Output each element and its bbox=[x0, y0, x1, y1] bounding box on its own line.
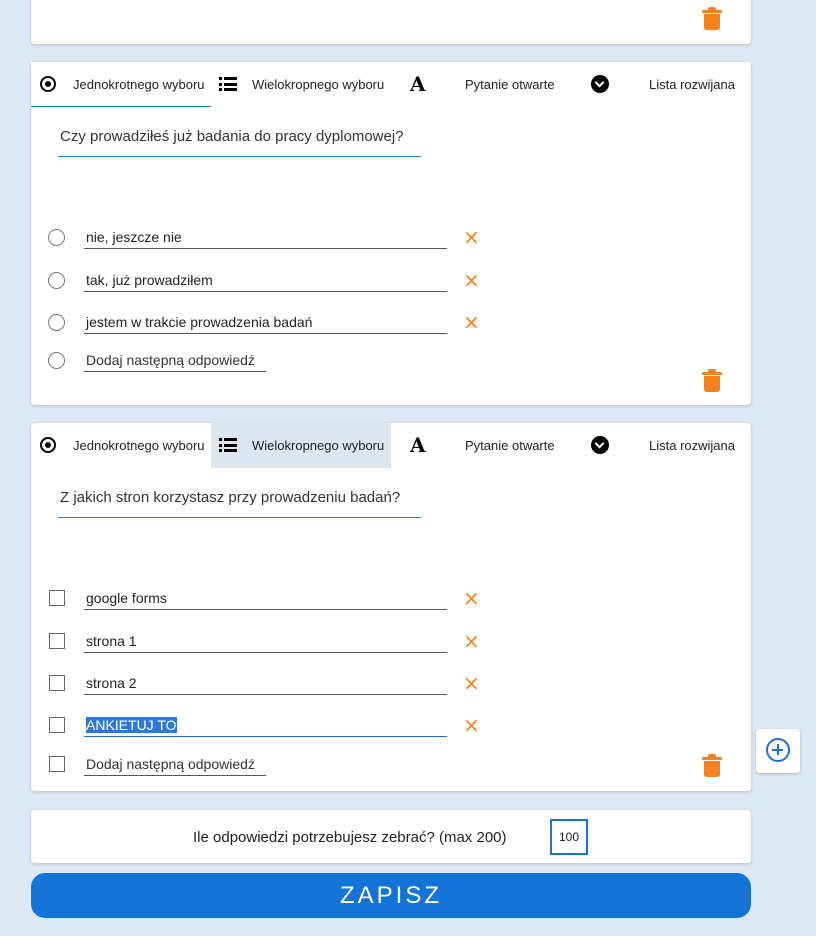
add-answer-input[interactable]: Dodaj następną odpowiedź bbox=[84, 754, 266, 776]
answer-row: strona 1 × bbox=[48, 631, 480, 657]
tab-label: Jednokrotnego wyboru bbox=[73, 77, 205, 92]
trash-icon[interactable] bbox=[702, 369, 722, 393]
question-type-tabs: Jednokrotnego wyboru Wielokropnego wybor… bbox=[31, 62, 751, 107]
response-count-label: Ile odpowiedzi potrzebujesz zebrać? (max… bbox=[193, 829, 507, 846]
question-input[interactable]: Czy prowadziłeś już badania do pracy dyp… bbox=[58, 127, 421, 157]
answer-input[interactable]: strona 2 bbox=[84, 673, 447, 695]
list-icon bbox=[219, 75, 237, 93]
checkbox[interactable] bbox=[49, 633, 65, 649]
answer-row: strona 2 × bbox=[48, 673, 480, 699]
radio-dot-icon bbox=[39, 75, 57, 93]
question-card-2: Jednokrotnego wyboru Wielokropnego wybor… bbox=[31, 423, 751, 791]
tab-label: Jednokrotnego wyboru bbox=[73, 438, 205, 453]
tab-label: Lista rozwijana bbox=[649, 438, 735, 453]
trash-icon[interactable] bbox=[702, 7, 722, 31]
answer-input[interactable]: jestem w trakcie prowadzenia badań bbox=[84, 312, 447, 334]
tab-single-choice[interactable]: Jednokrotnego wyboru bbox=[31, 423, 211, 468]
checkbox[interactable] bbox=[49, 590, 65, 606]
question-type-tabs: Jednokrotnego wyboru Wielokropnego wybor… bbox=[31, 423, 751, 468]
trash-icon[interactable] bbox=[702, 754, 722, 778]
tab-dropdown-list[interactable]: Lista rozwijana bbox=[571, 62, 751, 107]
tab-label: Wielokropnego wyboru bbox=[252, 438, 385, 453]
font-a-icon: A bbox=[410, 433, 426, 457]
response-count-input[interactable]: 100 bbox=[550, 819, 588, 855]
chevron-down-circle-icon bbox=[591, 436, 609, 454]
answer-row: ANKIETUJ TO × bbox=[48, 715, 480, 741]
save-button[interactable]: ZAPISZ bbox=[31, 873, 751, 918]
tab-label: Pytanie otwarte bbox=[465, 438, 555, 453]
answer-row: jestem w trakcie prowadzenia badań × bbox=[48, 312, 480, 338]
list-icon bbox=[219, 436, 237, 454]
radio-dot-icon bbox=[39, 436, 57, 454]
answer-input[interactable]: ANKIETUJ TO bbox=[84, 715, 447, 737]
chevron-down-circle-icon bbox=[591, 75, 609, 93]
radio-button[interactable] bbox=[48, 314, 65, 331]
delete-answer-icon[interactable]: × bbox=[463, 673, 480, 693]
answer-row: tak, już prowadziłem × bbox=[48, 270, 480, 296]
tab-open-question[interactable]: A Pytanie otwarte bbox=[391, 62, 571, 107]
add-question-button[interactable] bbox=[756, 729, 800, 773]
delete-answer-icon[interactable]: × bbox=[463, 270, 480, 290]
question-card-1: Jednokrotnego wyboru Wielokropnego wybor… bbox=[31, 62, 751, 405]
checkbox[interactable] bbox=[49, 756, 65, 772]
add-answer-row: Dodaj następną odpowiedź bbox=[48, 754, 478, 780]
delete-answer-icon[interactable]: × bbox=[463, 312, 480, 332]
answer-input[interactable]: tak, już prowadziłem bbox=[84, 270, 447, 292]
tab-label: Wielokropnego wyboru bbox=[252, 77, 385, 92]
tab-multiple-choice[interactable]: Wielokropnego wyboru bbox=[211, 62, 391, 107]
delete-answer-icon[interactable]: × bbox=[463, 227, 480, 247]
answer-input[interactable]: google forms bbox=[84, 588, 447, 610]
radio-button[interactable] bbox=[48, 272, 65, 289]
delete-answer-icon[interactable]: × bbox=[463, 715, 480, 735]
add-answer-row: Dodaj następną odpowiedź bbox=[48, 350, 478, 376]
tab-multiple-choice[interactable]: Wielokropnego wyboru bbox=[211, 423, 391, 468]
selected-text: ANKIETUJ TO bbox=[86, 717, 177, 733]
answer-row: nie, jeszcze nie × bbox=[48, 227, 480, 253]
tab-label: Pytanie otwarte bbox=[465, 77, 555, 92]
plus-circle-icon bbox=[766, 738, 790, 762]
checkbox[interactable] bbox=[49, 717, 65, 733]
delete-answer-icon[interactable]: × bbox=[463, 588, 480, 608]
question-input[interactable]: Z jakich stron korzystasz przy prowadzen… bbox=[58, 488, 421, 518]
answer-input[interactable]: nie, jeszcze nie bbox=[84, 227, 447, 249]
answer-row: google forms × bbox=[48, 588, 480, 614]
answer-input[interactable]: strona 1 bbox=[84, 631, 447, 653]
tab-dropdown-list[interactable]: Lista rozwijana bbox=[571, 423, 751, 468]
delete-answer-icon[interactable]: × bbox=[463, 631, 480, 651]
tab-single-choice[interactable]: Jednokrotnego wyboru bbox=[31, 62, 211, 107]
checkbox[interactable] bbox=[49, 675, 65, 691]
radio-button[interactable] bbox=[48, 352, 65, 369]
previous-question-card bbox=[31, 0, 751, 44]
tab-open-question[interactable]: A Pytanie otwarte bbox=[391, 423, 571, 468]
tab-label: Lista rozwijana bbox=[649, 77, 735, 92]
radio-button[interactable] bbox=[48, 229, 65, 246]
add-answer-input[interactable]: Dodaj następną odpowiedź bbox=[84, 350, 266, 372]
font-a-icon: A bbox=[410, 72, 426, 96]
response-count-card: Ile odpowiedzi potrzebujesz zebrać? (max… bbox=[31, 810, 751, 863]
